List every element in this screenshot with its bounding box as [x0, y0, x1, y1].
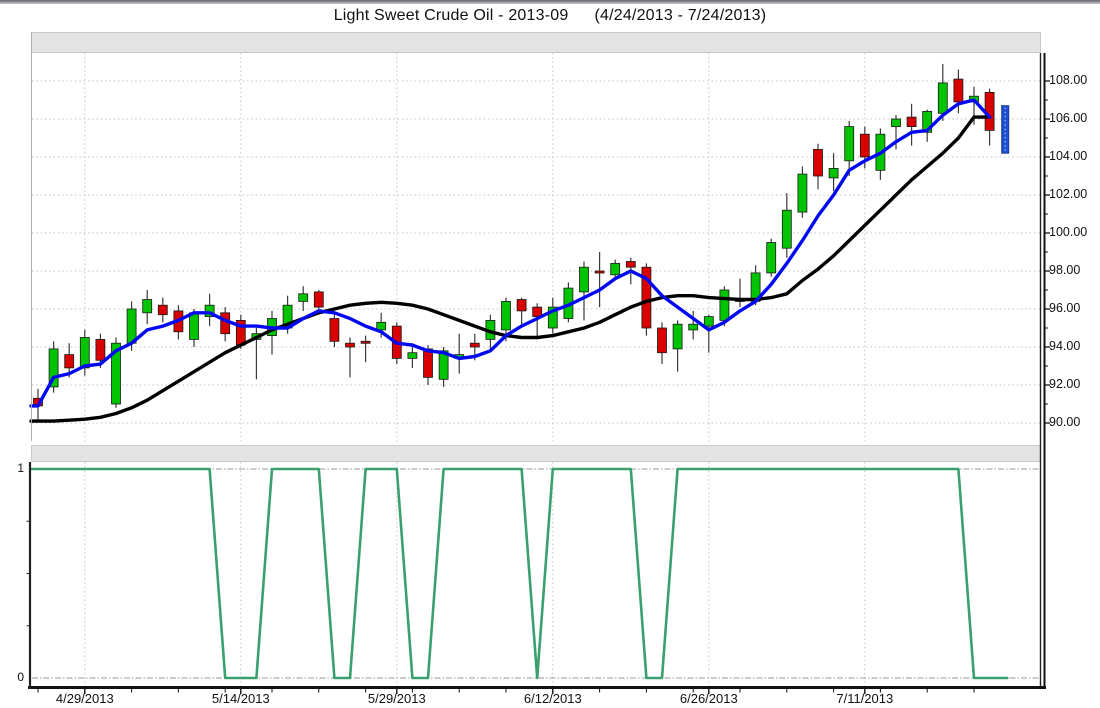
candle-down: [158, 305, 167, 315]
candle-down: [626, 262, 635, 268]
signal-axis-label: 0: [6, 670, 24, 684]
date-axis-label: 5/29/2013: [352, 691, 442, 706]
signal-axis-label: 1: [6, 461, 24, 475]
candle-down: [96, 339, 105, 360]
date-axis-label: 5/14/2013: [196, 691, 286, 706]
candle-up: [377, 322, 386, 330]
price-axis-label: 108.00: [1049, 73, 1100, 87]
candle-up: [611, 263, 620, 274]
candle-down: [814, 149, 823, 176]
date-axis-label: 7/11/2013: [820, 691, 910, 706]
candle-up: [798, 174, 807, 212]
candle-down: [470, 343, 479, 347]
candle-up: [720, 290, 729, 320]
candle-down: [658, 328, 667, 353]
price-axis-label: 94.00: [1049, 339, 1100, 353]
price-axis-label: 92.00: [1049, 377, 1100, 391]
candle-up: [143, 300, 152, 313]
candle-down: [907, 117, 916, 127]
candle-down: [361, 341, 370, 343]
candle-up: [580, 267, 589, 292]
candle-down: [330, 319, 339, 342]
candle-up: [892, 119, 901, 127]
price-axis-label: 106.00: [1049, 111, 1100, 125]
candle-up: [80, 338, 89, 368]
candle-down: [65, 355, 74, 368]
candle-up: [767, 243, 776, 273]
date-axis-label: 6/26/2013: [664, 691, 754, 706]
candle-up: [299, 294, 308, 302]
candle-down: [860, 134, 869, 157]
candle-down: [346, 343, 355, 347]
candle-down: [595, 271, 604, 273]
candle-down: [314, 292, 323, 307]
candle-up: [938, 83, 947, 113]
price-axis-label: 90.00: [1049, 415, 1100, 429]
candle-down: [954, 79, 963, 102]
candle-up: [408, 353, 417, 359]
chart-window: Light Sweet Crude Oil - 2013-09(4/24/201…: [0, 0, 1100, 708]
candle-up: [782, 210, 791, 248]
price-plot-area[interactable]: [32, 53, 1040, 441]
candle-down: [517, 300, 526, 311]
date-axis-label: 6/12/2013: [508, 691, 598, 706]
candle-up: [190, 313, 199, 340]
date-axis-label: 4/29/2013: [40, 691, 130, 706]
candle-up: [845, 127, 854, 161]
candle-up: [829, 168, 838, 178]
candle-up: [704, 317, 713, 327]
chart-canvas[interactable]: [0, 0, 1100, 708]
candle-down: [424, 349, 433, 378]
price-axis-label: 100.00: [1049, 225, 1100, 239]
candle-up: [673, 324, 682, 349]
price-axis-label: 96.00: [1049, 301, 1100, 315]
candle-up: [689, 324, 698, 330]
price-axis-label: 98.00: [1049, 263, 1100, 277]
candle-up: [502, 301, 511, 330]
price-axis-label: 102.00: [1049, 187, 1100, 201]
price-axis-label: 104.00: [1049, 149, 1100, 163]
candle-up: [127, 309, 136, 343]
